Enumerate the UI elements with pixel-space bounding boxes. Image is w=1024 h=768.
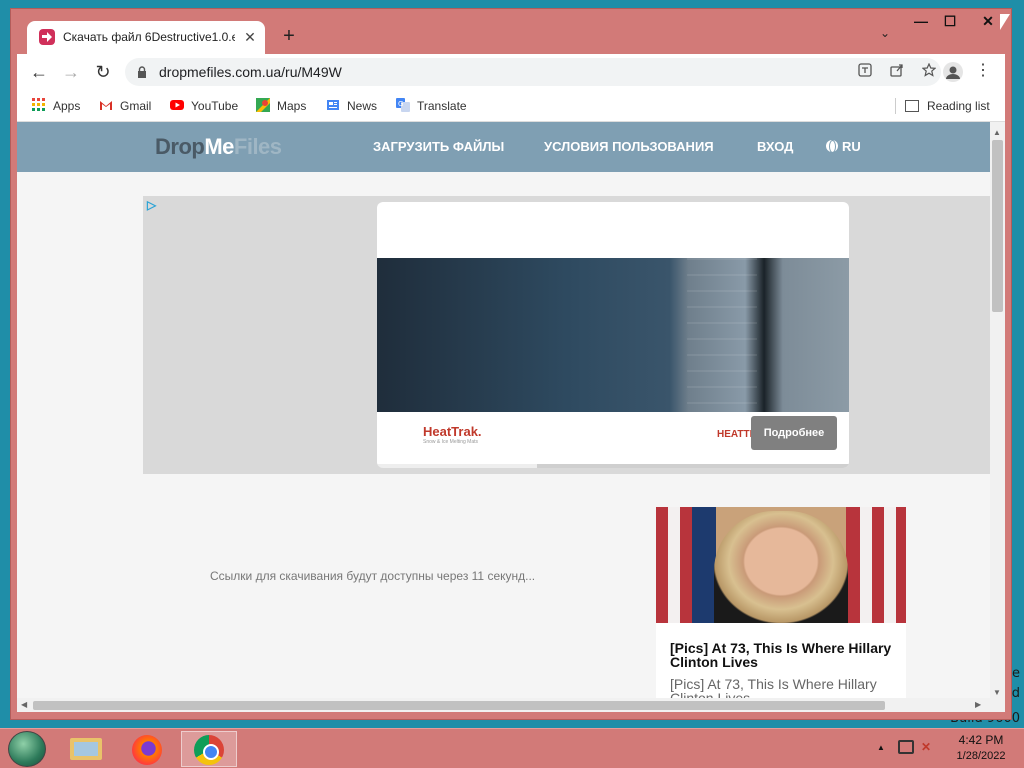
horizontal-scrollbar[interactable]: ◀ ▶ [17, 698, 990, 712]
scroll-up-icon[interactable]: ▲ [993, 128, 1001, 137]
bookmark-apps[interactable]: Apps [32, 97, 80, 115]
bookmarks-divider [895, 98, 896, 114]
chrome-icon [194, 735, 224, 765]
system-clock[interactable]: 4:42 PM 1/28/2022 [946, 732, 1016, 764]
tray-expand-icon[interactable]: ▲ [877, 743, 885, 752]
back-button[interactable]: ← [27, 60, 51, 84]
bookmark-maps[interactable]: Maps [256, 97, 306, 115]
tab-title: Скачать файл 6Destructive1.0.exe [63, 30, 235, 44]
bookmark-star-icon[interactable] [919, 62, 939, 82]
ad-progress-fill [377, 464, 538, 468]
news-image[interactable] [656, 507, 906, 623]
download-countdown-text: Ссылки для скачивания будут доступны чер… [210, 569, 536, 583]
site-header: DropMeFiles ЗАГРУЗИТЬ ФАЙЛЫ УСЛОВИЯ ПОЛЬ… [17, 122, 990, 172]
bookmark-maps-label: Maps [277, 99, 307, 113]
bookmark-news-label: News [347, 99, 378, 113]
mouse-cursor-icon [1000, 14, 1010, 30]
bookmark-youtube[interactable]: YouTube [170, 97, 238, 115]
tab-close-icon[interactable]: ✕ [241, 28, 259, 46]
page-viewport: DropMeFiles ЗАГРУЗИТЬ ФАЙЛЫ УСЛОВИЯ ПОЛЬ… [17, 122, 1005, 712]
sponsored-news-card[interactable]: [Pics] At 73, This Is Where Hillary Clin… [656, 507, 906, 712]
svg-text:G: G [398, 100, 403, 108]
ad-brand-logo: HeatTrak. [423, 424, 482, 439]
desktop-watermark-line1: e [1012, 666, 1020, 681]
ad-progress-bar [377, 464, 849, 468]
reading-list-label: Reading list [927, 99, 990, 113]
logo-me-text: Me [204, 134, 234, 159]
bookmark-gmail-label: Gmail [120, 99, 152, 113]
news-photo-portrait [714, 511, 848, 623]
scroll-down-icon[interactable]: ▼ [993, 688, 1001, 697]
firefox-icon [132, 735, 162, 765]
lock-icon [138, 66, 146, 78]
volume-muted-icon[interactable]: ✕ [921, 740, 937, 756]
bookmark-news[interactable]: News [326, 97, 377, 115]
profile-avatar-icon[interactable] [943, 62, 963, 82]
taskbar: ▲ ✕ 4:42 PM 1/28/2022 [0, 728, 1024, 768]
share-icon[interactable] [887, 62, 907, 82]
taskbar-chrome[interactable] [181, 731, 237, 767]
reading-list-icon [905, 100, 919, 112]
ad-brand-tagline: Snow & Ice Melting Mats [423, 439, 479, 445]
vertical-scrollbar[interactable]: ▲ ▼ [990, 122, 1005, 712]
clock-time: 4:42 PM [958, 733, 1004, 747]
reload-button[interactable]: ↻ [91, 60, 115, 84]
dropmefiles-favicon-icon [39, 29, 55, 45]
start-button[interactable] [8, 731, 46, 767]
bookmark-youtube-label: YouTube [191, 99, 239, 113]
nav-login[interactable]: ВХОД [757, 139, 793, 154]
language-label: RU [842, 139, 861, 154]
network-icon[interactable] [898, 740, 914, 754]
bookmark-translate[interactable]: G Translate [396, 97, 467, 115]
globe-icon [826, 140, 838, 153]
logo-files-text: Files [233, 134, 282, 159]
horizontal-scroll-thumb[interactable] [33, 701, 885, 710]
dropmefiles-logo[interactable]: DropMeFiles [155, 134, 282, 160]
scroll-left-icon[interactable]: ◀ [21, 700, 27, 709]
maps-icon [256, 98, 270, 112]
apps-grid-icon [32, 98, 45, 111]
bookmarks-bar: Apps Gmail YouTube Maps News G Translate … [17, 90, 1005, 122]
minimize-button[interactable]: — [907, 11, 935, 33]
desktop-watermark-line2: d [1011, 686, 1020, 701]
forward-button[interactable]: → [59, 60, 83, 84]
reading-list-button[interactable]: Reading list [905, 97, 990, 115]
browser-window: Скачать файл 6Destructive1.0.exe ✕ + ⌄ —… [10, 8, 1012, 720]
title-bar: Скачать файл 6Destructive1.0.exe ✕ + ⌄ —… [11, 9, 1011, 54]
maximize-button[interactable]: ☐ [936, 11, 964, 33]
ad-card[interactable]: HeatTrak. Snow & Ice Melting Mats HEATTR… [377, 202, 849, 468]
news-title[interactable]: [Pics] At 73, This Is Where Hillary Clin… [670, 641, 895, 669]
adchoices-icon[interactable]: ▷ [147, 198, 161, 212]
gmail-icon [100, 101, 112, 110]
ad-container: ▷ HeatTrak. Snow & Ice Melting Mats HEAT… [143, 196, 990, 474]
translate-icon: G [396, 98, 410, 112]
url-text[interactable]: dropmefiles.com.ua/ru/M49W [159, 64, 342, 80]
taskbar-file-explorer[interactable] [58, 731, 114, 767]
clock-date: 1/28/2022 [956, 750, 1006, 762]
active-tab[interactable]: Скачать файл 6Destructive1.0.exe ✕ [27, 21, 265, 54]
new-tab-button[interactable]: + [277, 25, 301, 49]
scroll-right-icon[interactable]: ▶ [975, 700, 981, 709]
address-bar[interactable]: dropmefiles.com.ua/ru/M49W [125, 58, 941, 86]
browser-menu-icon[interactable]: ⋮ [975, 60, 991, 84]
ad-learn-more-button[interactable]: Подробнее [751, 416, 837, 450]
vertical-scroll-thumb[interactable] [992, 140, 1003, 312]
ad-image[interactable] [377, 258, 849, 412]
bookmark-apps-label: Apps [53, 99, 81, 113]
tab-search-chevron-icon[interactable]: ⌄ [875, 26, 895, 46]
taskbar-firefox[interactable] [120, 731, 176, 767]
translate-page-icon[interactable] [855, 62, 875, 82]
news-icon [327, 100, 339, 110]
bookmark-gmail[interactable]: Gmail [99, 97, 151, 115]
bookmark-translate-label: Translate [417, 99, 467, 113]
folder-icon [70, 738, 102, 760]
browser-toolbar: ← → ↻ dropmefiles.com.ua/ru/M49W ⋮ [17, 54, 1005, 90]
nav-terms-of-use[interactable]: УСЛОВИЯ ПОЛЬЗОВАНИЯ [544, 139, 714, 154]
logo-drop-text: Drop [155, 134, 205, 159]
youtube-icon [170, 100, 184, 110]
nav-language[interactable]: RU [826, 139, 861, 154]
nav-upload-files[interactable]: ЗАГРУЗИТЬ ФАЙЛЫ [373, 139, 504, 154]
